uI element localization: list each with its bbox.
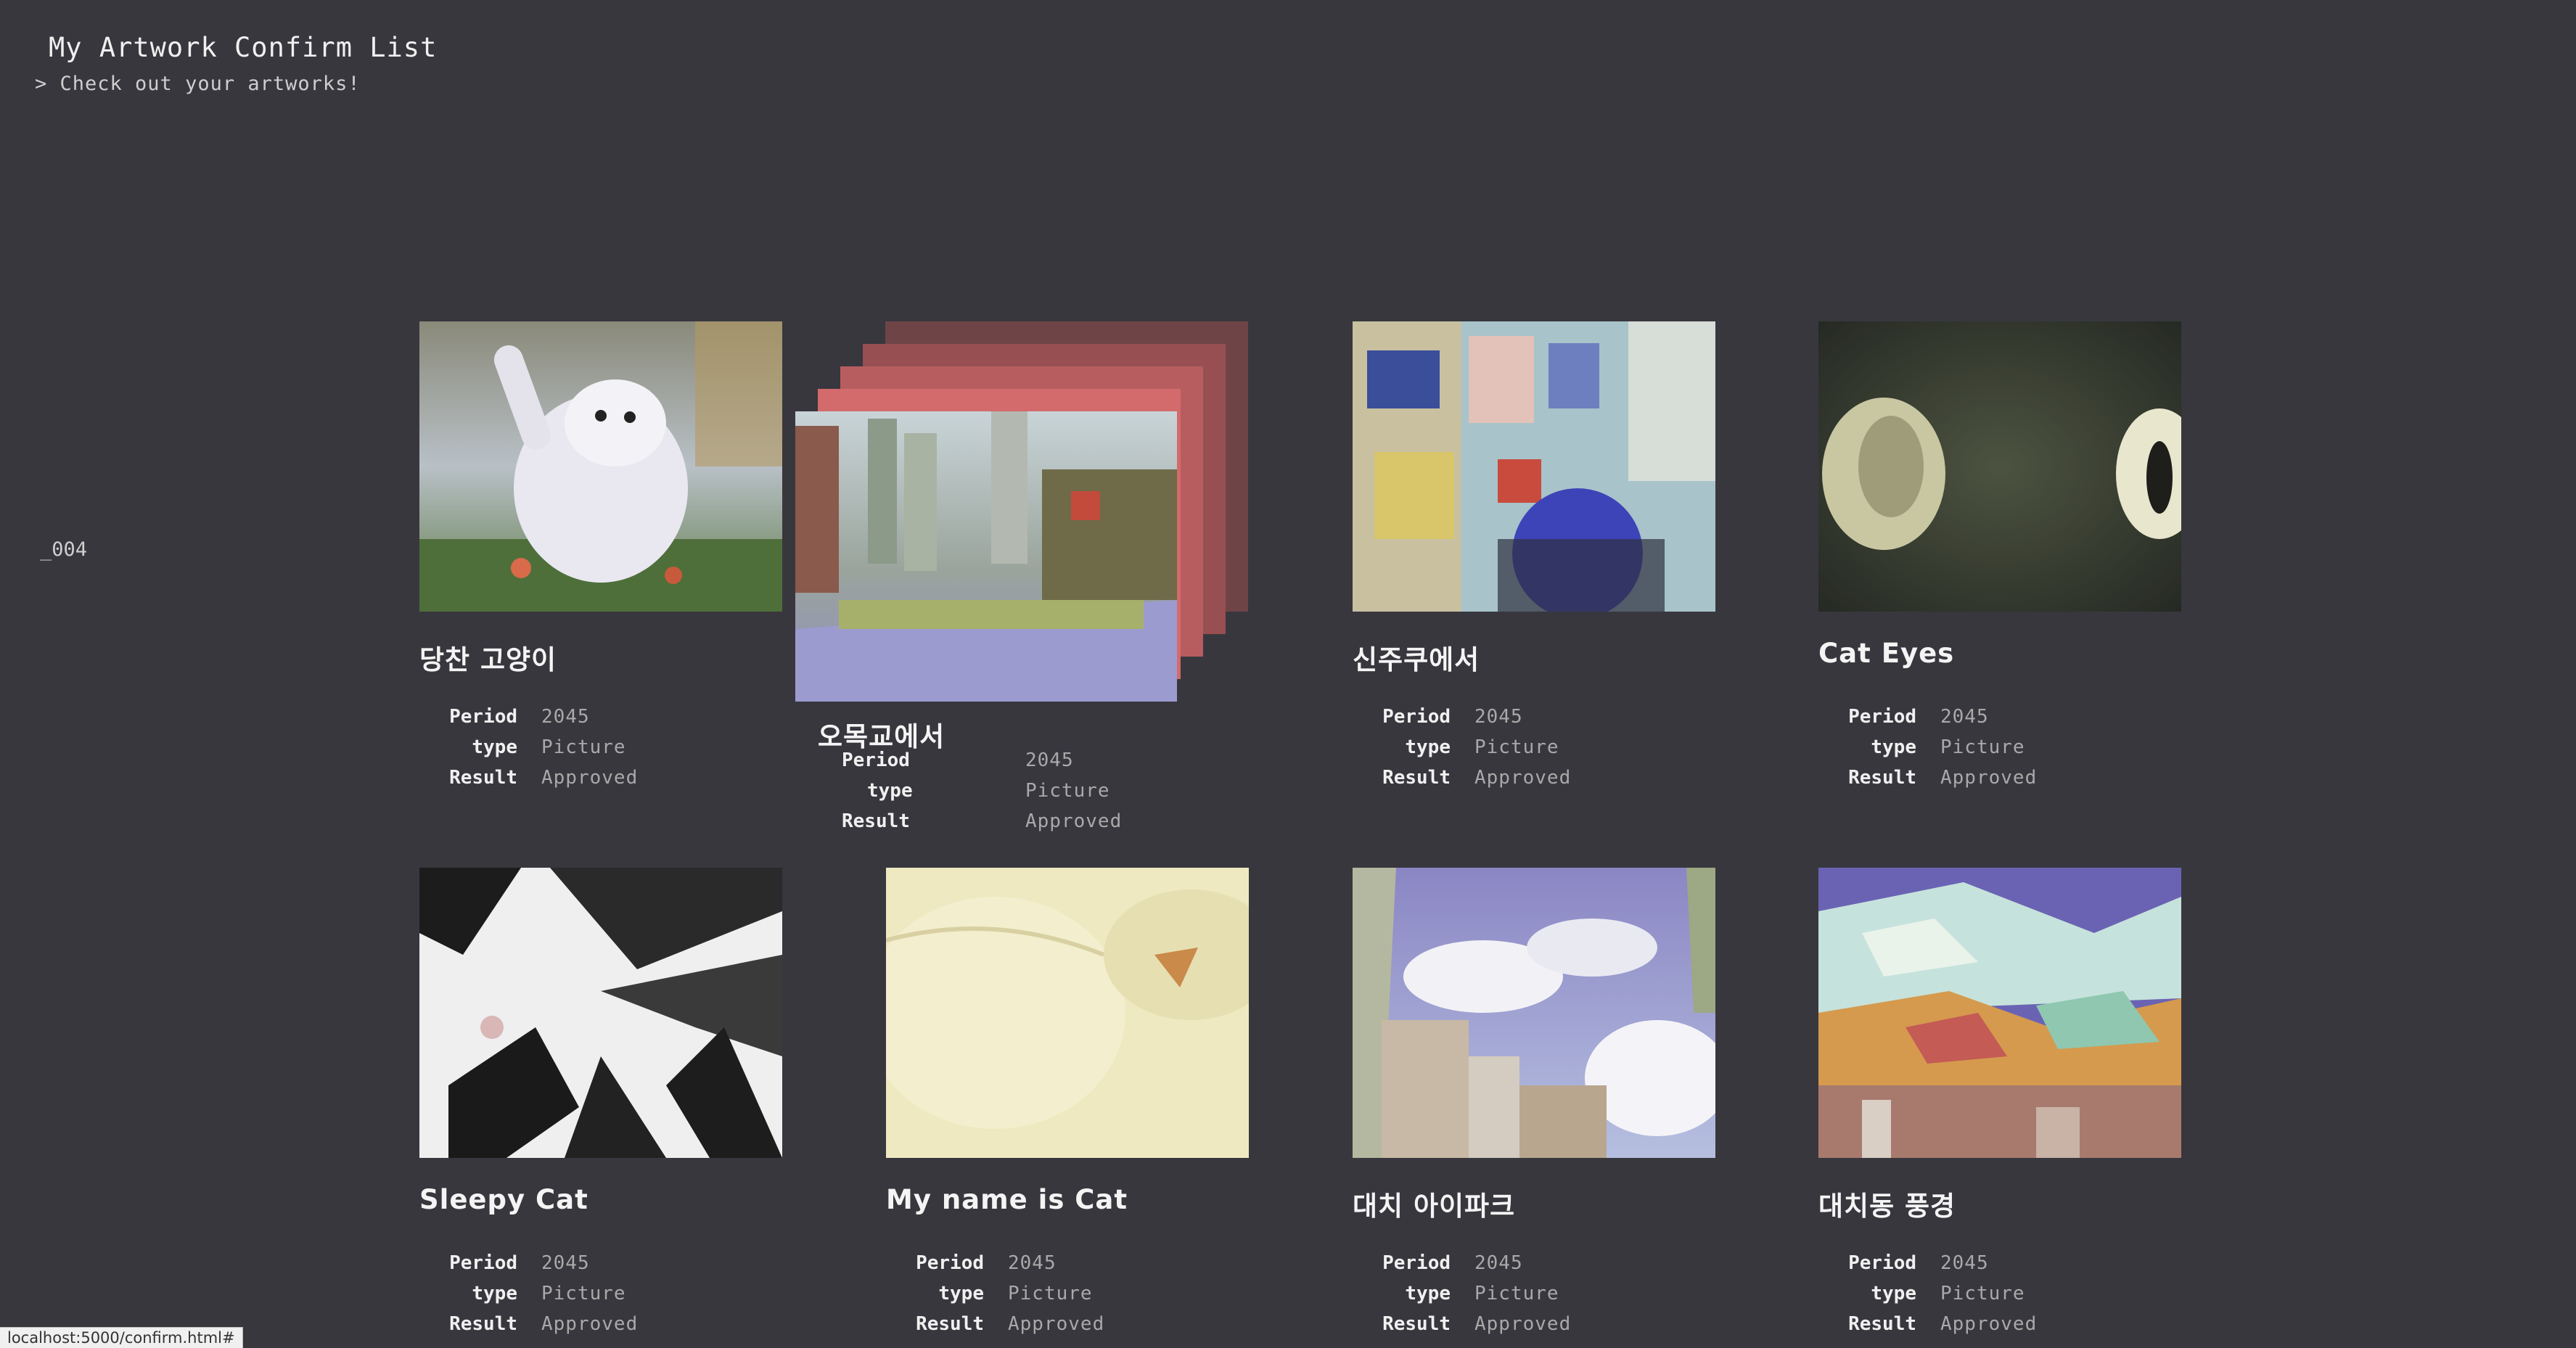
artwork-meta: Period 2045 type Picture Result Approved: [886, 1248, 1104, 1339]
result-value: Approved: [1025, 810, 1123, 832]
period-label: Period: [842, 749, 910, 771]
artwork-title: My name is Cat: [886, 1184, 1128, 1215]
type-label: type: [1405, 1283, 1451, 1304]
result-value: Approved: [1474, 767, 1572, 789]
result-label: Result: [916, 1313, 984, 1335]
result-label: Result: [1848, 767, 1916, 789]
period-label: Period: [1382, 1252, 1451, 1274]
type-label: type: [938, 1283, 984, 1304]
artwork-thumbnail[interactable]: [1818, 321, 2181, 612]
type-label: type: [1405, 736, 1451, 758]
artwork-thumbnail[interactable]: [1353, 868, 1715, 1158]
artwork-title: 신주쿠에서: [1353, 644, 1480, 675]
type-value: Picture: [1474, 736, 1559, 758]
period-value: 2045: [1008, 1252, 1057, 1274]
result-label: Result: [1848, 1313, 1916, 1335]
type-value: Picture: [1008, 1283, 1093, 1304]
period-value: 2045: [541, 706, 590, 728]
artwork-meta: Period 2045 type Picture Result Approved: [1818, 702, 2037, 793]
type-value: Picture: [541, 736, 626, 758]
result-label: Result: [1382, 1313, 1451, 1335]
artwork-meta: Period 2045 type Picture Result Approved: [419, 1248, 638, 1339]
result-label: Result: [449, 767, 517, 789]
type-label: type: [1871, 1283, 1916, 1304]
artwork-thumbnail[interactable]: [1818, 868, 2181, 1158]
result-value: Approved: [1008, 1313, 1105, 1335]
artwork-thumbnail[interactable]: [419, 321, 782, 612]
type-value: Picture: [1940, 1283, 2025, 1304]
side-index-label: _004: [40, 538, 88, 561]
page-title: My Artwork Confirm List: [49, 32, 438, 63]
artwork-title: Sleepy Cat: [419, 1184, 588, 1215]
period-value: 2045: [1025, 749, 1074, 771]
page-subtitle: > Check out your artworks!: [35, 73, 361, 95]
result-value: Approved: [1474, 1313, 1572, 1335]
artwork-meta: Period 2045 type Picture Result Approved: [1353, 702, 1571, 793]
type-label: type: [867, 780, 913, 802]
artwork-thumbnail[interactable]: [419, 868, 782, 1158]
artwork-meta: Period 2045 type Picture Result Approved: [1818, 1248, 2037, 1339]
period-label: Period: [449, 706, 517, 728]
artwork-meta: Period 2045 type Picture Result Approved: [1353, 1248, 1571, 1339]
type-label: type: [472, 1283, 517, 1304]
artwork-title: 대치동 풍경: [1818, 1191, 1956, 1222]
period-value: 2045: [541, 1252, 590, 1274]
period-label: Period: [916, 1252, 984, 1274]
browser-status-bar: localhost:5000/confirm.html#: [0, 1327, 243, 1348]
result-value: Approved: [541, 767, 639, 789]
type-value: Picture: [541, 1283, 626, 1304]
artwork-meta: Period 2045 type Picture Result Approved: [419, 702, 638, 793]
type-label: type: [1871, 736, 1916, 758]
artwork-thumbnail[interactable]: [886, 868, 1249, 1158]
artwork-thumbnail[interactable]: [1353, 321, 1715, 612]
artwork-title: 당찬 고양이: [419, 644, 557, 675]
period-label: Period: [1848, 706, 1916, 728]
type-value: Picture: [1025, 780, 1110, 802]
period-label: Period: [1382, 706, 1451, 728]
type-label: type: [472, 736, 517, 758]
artwork-thumbnail[interactable]: [795, 411, 1177, 702]
period-label: Period: [449, 1252, 517, 1274]
type-value: Picture: [1474, 1283, 1559, 1304]
artwork-meta: Period 2045 type Picture Result Approved: [842, 745, 1122, 837]
result-label: Result: [842, 810, 910, 832]
result-value: Approved: [541, 1313, 639, 1335]
result-label: Result: [1382, 767, 1451, 789]
result-value: Approved: [1940, 1313, 2038, 1335]
period-value: 2045: [1940, 1252, 1989, 1274]
artwork-title: Cat Eyes: [1818, 638, 1955, 669]
type-value: Picture: [1940, 736, 2025, 758]
result-value: Approved: [1940, 767, 2038, 789]
result-label: Result: [449, 1313, 517, 1335]
period-value: 2045: [1940, 706, 1989, 728]
period-label: Period: [1848, 1252, 1916, 1274]
period-value: 2045: [1474, 1252, 1523, 1274]
artwork-title: 대치 아이파크: [1353, 1191, 1516, 1222]
period-value: 2045: [1474, 706, 1523, 728]
